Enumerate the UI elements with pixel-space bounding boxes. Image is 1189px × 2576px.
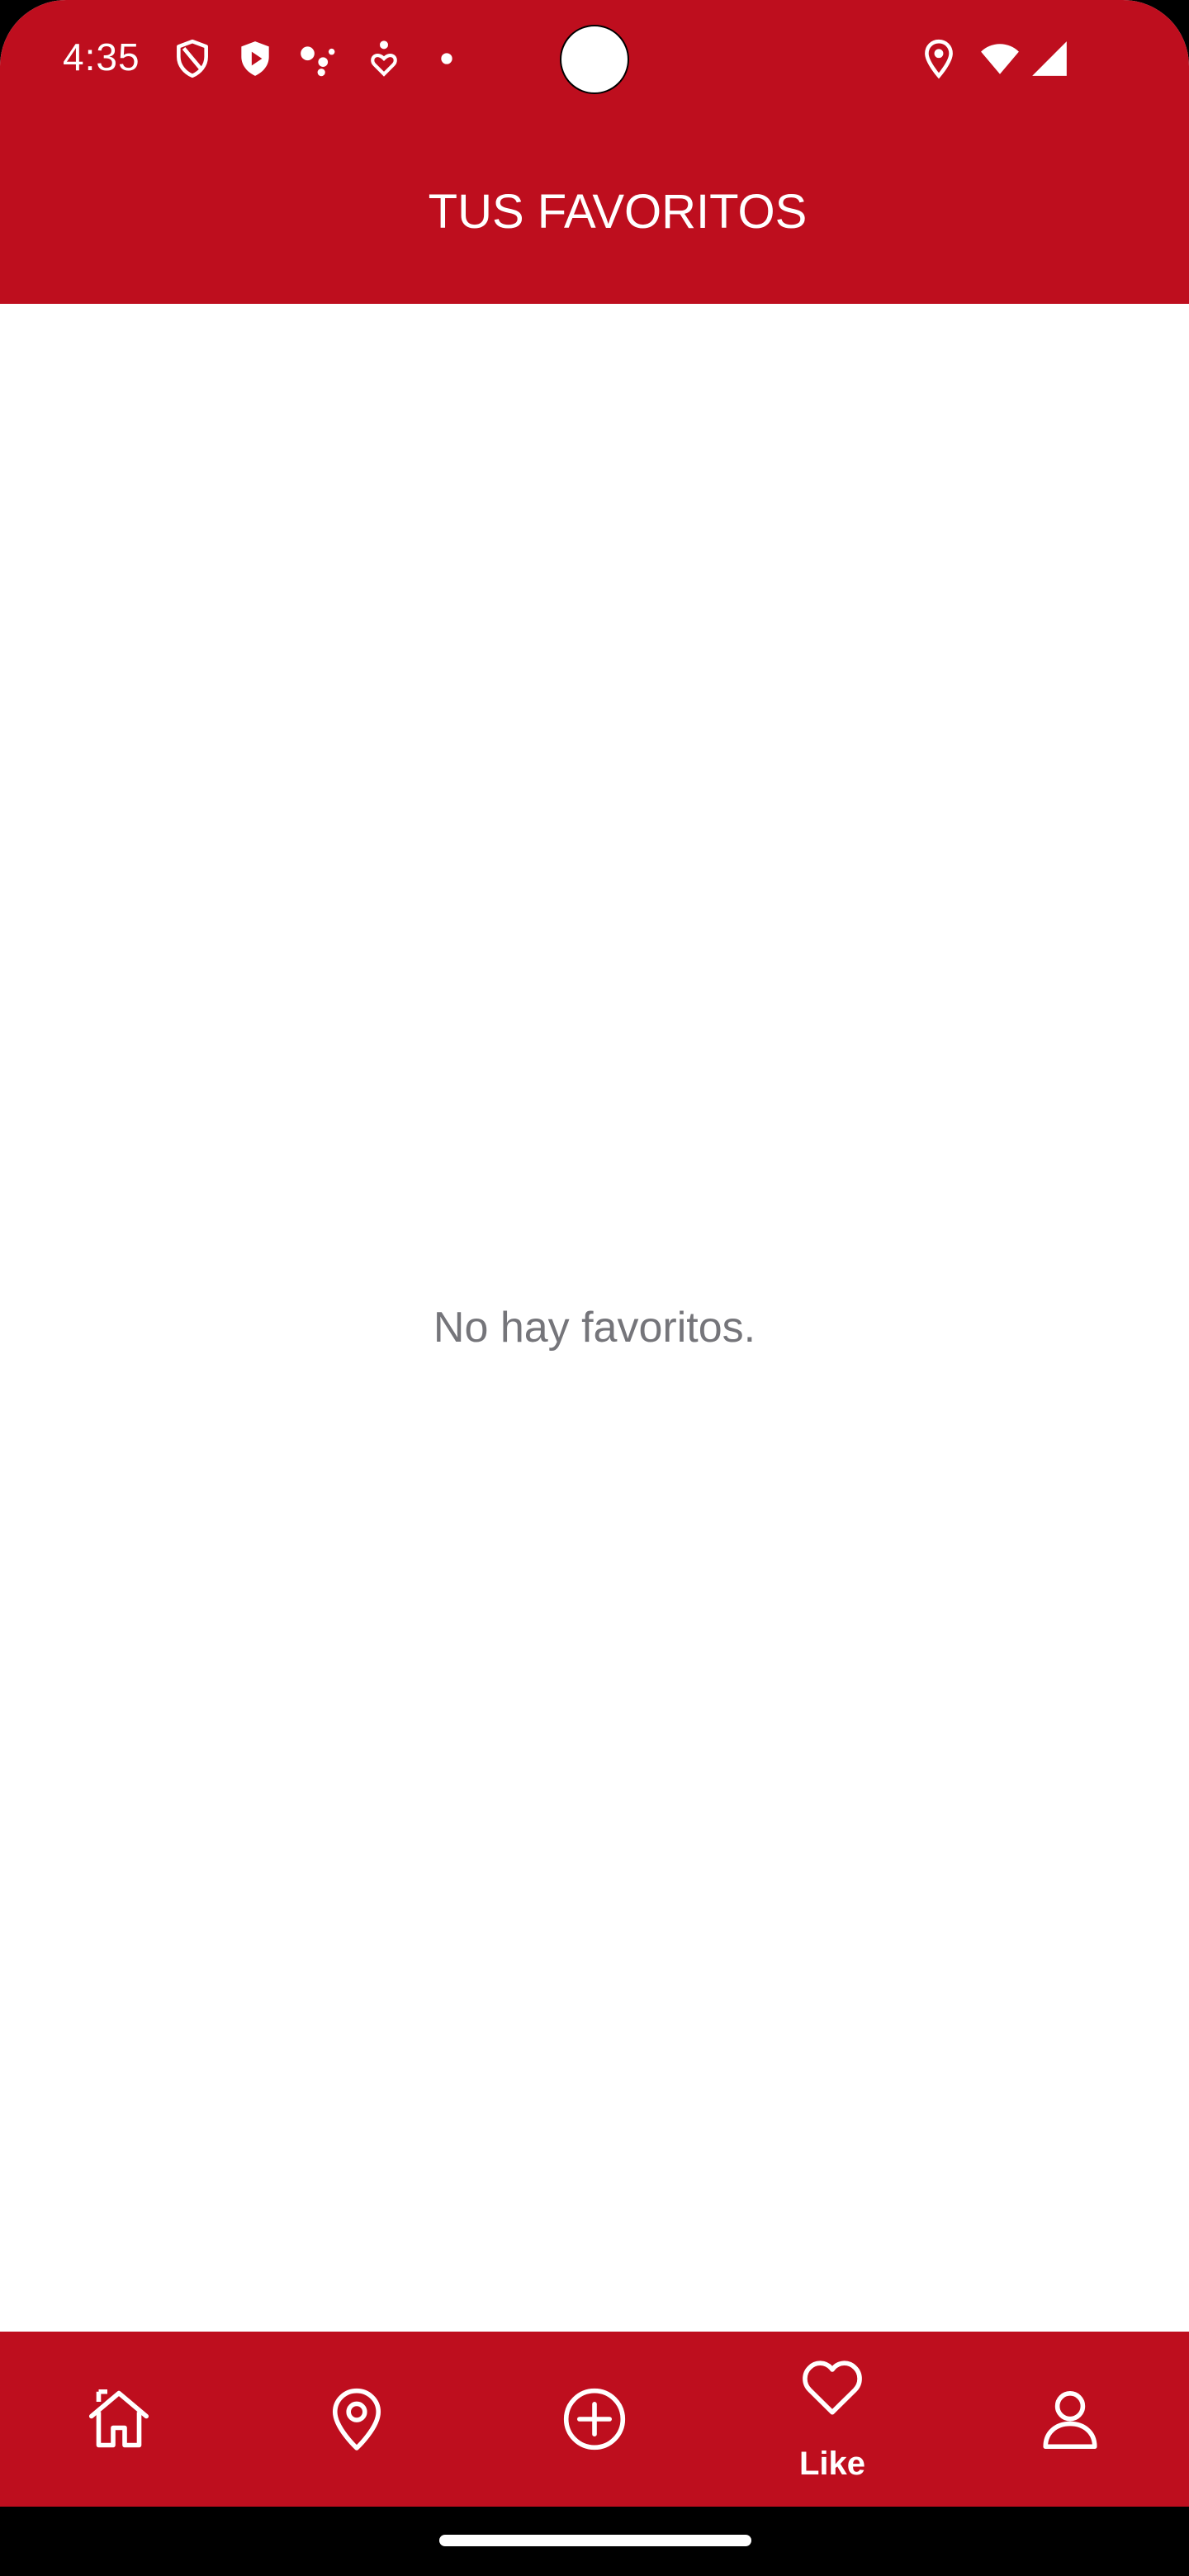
nav-item-add[interactable] <box>476 2332 713 2507</box>
nav-item-like[interactable]: Like <box>713 2332 951 2507</box>
shield-outline-icon <box>177 39 208 78</box>
shield-play-icon <box>241 41 269 76</box>
status-time: 4:35 <box>63 36 140 78</box>
nav-item-home[interactable] <box>0 2332 238 2507</box>
location-pin-icon <box>332 2388 381 2451</box>
add-circle-icon <box>563 2388 626 2451</box>
bottom-navigation: Like <box>0 2332 1189 2507</box>
cellular-signal-icon <box>1032 41 1067 76</box>
system-navigation-bar <box>0 2507 1189 2576</box>
wifi-icon <box>981 44 1019 74</box>
app-header: 4:35 TUS FAVORITOS <box>0 0 1189 304</box>
profile-icon <box>1043 2391 1097 2450</box>
nav-item-like-label: Like <box>798 2446 866 2482</box>
favorites-content: No hay favoritos. <box>0 304 1189 2332</box>
status-bar: 4:35 <box>0 0 1189 121</box>
page-title: TUS FAVORITOS <box>428 185 808 239</box>
notification-dot-icon <box>441 53 452 64</box>
app-screen: 4:35 TUS FAVORITOS No hay favoritos. Lik… <box>0 0 1189 2576</box>
accessibility-heart-icon <box>371 40 397 77</box>
assistant-dots-icon <box>301 46 335 77</box>
camera-cutout <box>560 25 629 94</box>
location-icon <box>925 39 953 79</box>
empty-state-message: No hay favoritos. <box>433 1304 756 1352</box>
heart-icon <box>803 2361 862 2415</box>
home-icon <box>88 2389 149 2448</box>
home-gesture-handle[interactable] <box>439 2535 751 2546</box>
nav-item-profile[interactable] <box>951 2332 1189 2507</box>
nav-item-map[interactable] <box>238 2332 476 2507</box>
